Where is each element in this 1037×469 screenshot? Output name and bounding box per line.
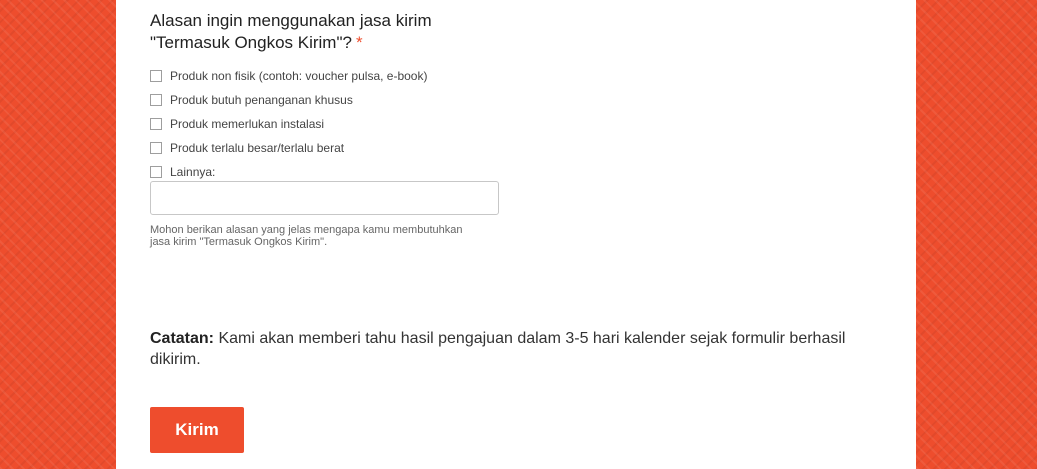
option-label: Produk terlalu besar/terlalu berat [170,141,345,155]
option-installation[interactable]: Produk memerlukan instalasi [150,112,427,136]
question-title-line2: "Termasuk Ongkos Kirim"? [150,33,352,52]
submit-button[interactable]: Kirim [150,407,244,453]
note-text: Kami akan memberi tahu hasil pengajuan d… [150,330,846,368]
required-asterisk: * [355,33,363,52]
option-label: Lainnya: [170,165,216,179]
question-title-line1: Alasan ingin menggunakan jasa kirim [150,11,432,30]
option-non-physical[interactable]: Produk non fisik (contoh: voucher pulsa,… [150,64,427,88]
option-label: Produk non fisik (contoh: voucher pulsa,… [170,69,428,83]
helper-text: Mohon berikan alasan yang jelas mengapa … [150,224,510,248]
checkbox[interactable] [150,166,162,178]
option-oversized[interactable]: Produk terlalu besar/terlalu berat [150,136,427,160]
checkbox[interactable] [150,94,162,106]
checkbox-group: Produk non fisik (contoh: voucher pulsa,… [150,64,427,184]
option-special-handling[interactable]: Produk butuh penanganan khusus [150,88,427,112]
checkbox[interactable] [150,142,162,154]
checkbox[interactable] [150,70,162,82]
option-label: Produk memerlukan instalasi [170,117,325,131]
note: Catatan: Kami akan memberi tahu hasil pe… [150,328,870,370]
other-reason-input[interactable] [150,181,499,215]
checkbox[interactable] [150,118,162,130]
form-card: Alasan ingin menggunakan jasa kirim "Ter… [116,0,916,469]
question-title: Alasan ingin menggunakan jasa kirim "Ter… [150,10,550,54]
helper-text-line2: jasa kirim "Termasuk Ongkos Kirim". [150,236,328,248]
note-label: Catatan: [150,330,215,347]
helper-text-line1: Mohon berikan alasan yang jelas mengapa … [150,224,463,236]
option-label: Produk butuh penanganan khusus [170,93,353,107]
